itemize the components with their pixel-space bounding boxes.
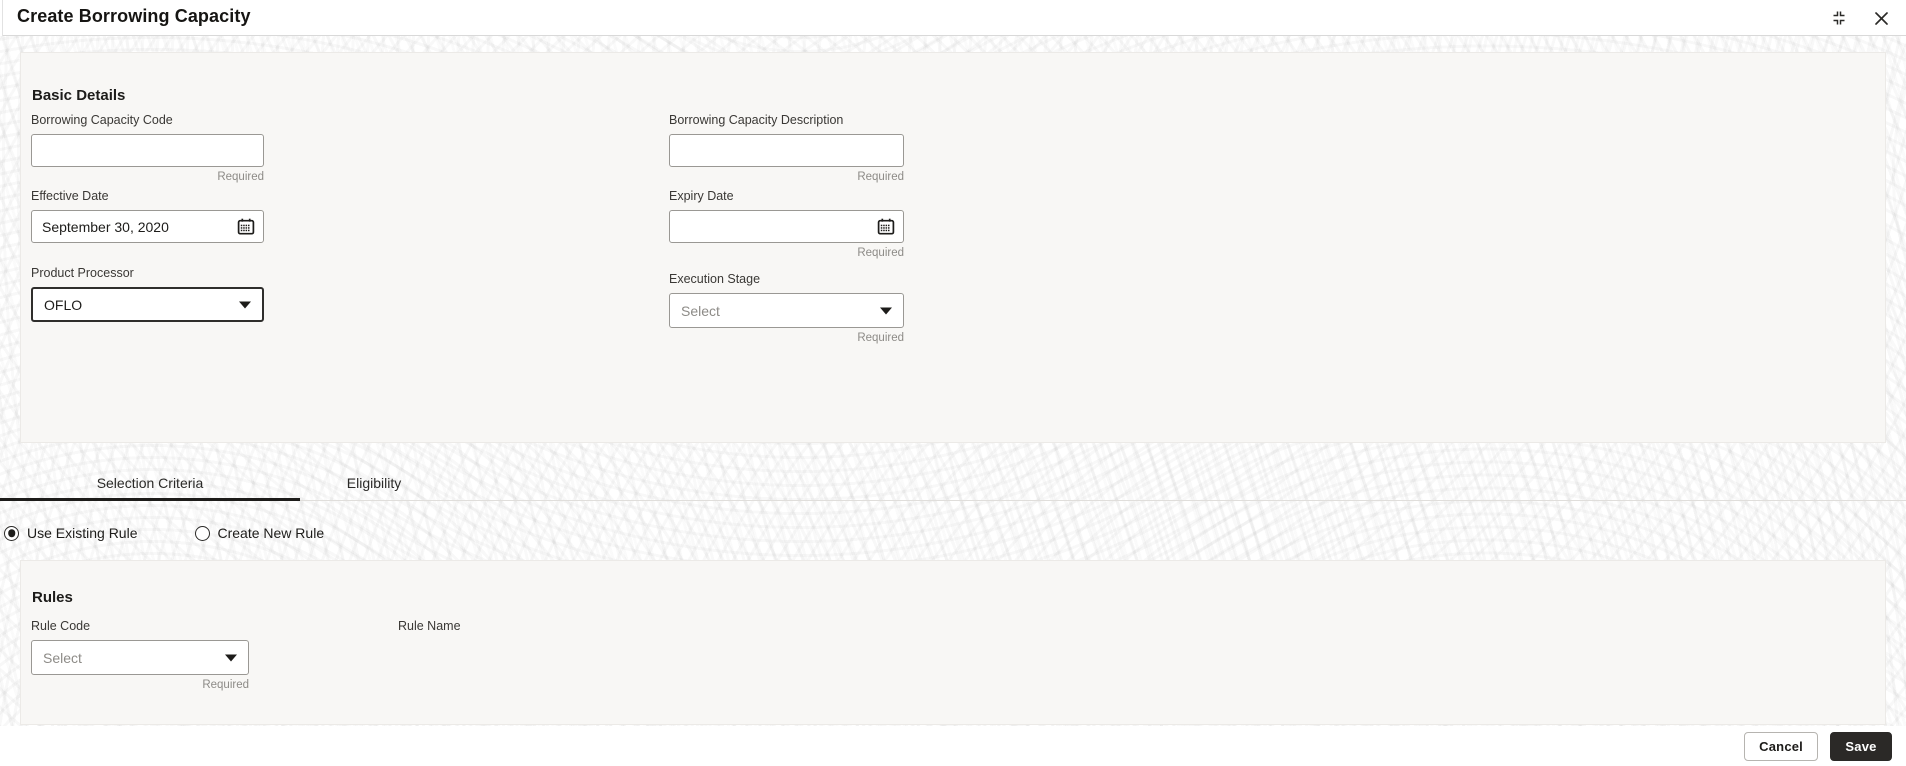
tab-eligibility-label: Eligibility	[346, 475, 402, 491]
titlebar-actions	[1828, 0, 1892, 36]
field-effective-date: Effective Date	[31, 189, 264, 246]
product-processor-select[interactable]: OFLO	[31, 287, 264, 322]
save-button[interactable]: Save	[1830, 731, 1892, 761]
rule-code-label: Rule Code	[31, 619, 91, 633]
effective-date-label: Effective Date	[31, 189, 109, 203]
cancel-button[interactable]: Cancel	[1744, 731, 1818, 761]
field-borrowing-capacity-description: Borrowing Capacity Description Required	[669, 113, 904, 184]
radio-create-new-rule-label: Create New Rule	[217, 525, 325, 541]
field-borrowing-capacity-code: Borrowing Capacity Code Required	[31, 113, 264, 184]
rule-code-hint: Required	[202, 679, 249, 691]
titlebar-left-rule	[0, 0, 3, 36]
calendar-icon[interactable]	[236, 217, 255, 236]
radio-create-new-rule[interactable]: Create New Rule	[194, 525, 325, 541]
field-execution-stage: Execution Stage Select Required	[669, 272, 904, 345]
effective-date-input[interactable]	[31, 210, 264, 243]
borrowing-capacity-description-label: Borrowing Capacity Description	[669, 113, 844, 127]
collapse-icon[interactable]	[1828, 7, 1850, 29]
rule-source-radio-group: Use Existing Rule Create New Rule	[0, 518, 324, 548]
radio-use-existing-rule-label: Use Existing Rule	[27, 525, 138, 541]
rule-code-value: Select	[43, 649, 82, 666]
product-processor-value: OFLO	[44, 296, 83, 313]
expiry-date-input[interactable]	[669, 210, 904, 243]
radio-selected-icon	[4, 525, 19, 541]
expiry-date-control	[669, 210, 904, 243]
rules-heading: Rules	[32, 589, 73, 606]
basic-details-heading: Basic Details	[32, 87, 126, 104]
calendar-icon[interactable]	[876, 217, 895, 236]
borrowing-capacity-description-input[interactable]	[669, 134, 904, 167]
chevron-down-icon	[239, 301, 251, 308]
borrowing-capacity-description-hint: Required	[857, 171, 904, 183]
execution-stage-hint: Required	[857, 332, 904, 344]
rule-code-select[interactable]: Select	[31, 640, 249, 675]
basic-details-panel: Basic Details Borrowing Capacity Code Re…	[20, 52, 1886, 443]
execution-stage-label: Execution Stage	[669, 272, 761, 286]
borrowing-capacity-code-label: Borrowing Capacity Code	[31, 113, 173, 127]
dialog-footer: Cancel Save	[0, 726, 1906, 766]
chevron-down-icon	[880, 307, 892, 314]
radio-use-existing-rule[interactable]: Use Existing Rule	[4, 525, 138, 541]
product-processor-label: Product Processor	[31, 266, 134, 280]
create-borrowing-capacity-dialog: Create Borrowing Capacity Basic Details …	[0, 0, 1906, 766]
dialog-titlebar: Create Borrowing Capacity	[0, 0, 1906, 36]
rule-name-value	[398, 639, 616, 674]
radio-unselected-icon	[194, 525, 210, 541]
expiry-date-hint: Required	[857, 247, 904, 259]
tab-eligibility[interactable]: Eligibility	[300, 466, 448, 500]
rules-panel: Rules Rule Code Select Required Rule Nam…	[20, 560, 1886, 725]
tab-active-indicator	[0, 498, 300, 501]
field-rule-code: Rule Code Select Required	[31, 619, 249, 692]
borrowing-capacity-code-input[interactable]	[31, 134, 264, 167]
field-expiry-date: Expiry Date Required	[669, 189, 904, 260]
borrowing-capacity-code-control	[31, 134, 264, 167]
borrowing-capacity-code-hint: Required	[217, 171, 264, 183]
execution-stage-value: Select	[681, 302, 720, 319]
effective-date-control	[31, 210, 264, 243]
close-icon[interactable]	[1870, 7, 1892, 29]
tab-selection-criteria[interactable]: Selection Criteria	[0, 466, 300, 500]
rule-name-label: Rule Name	[398, 619, 461, 633]
borrowing-capacity-description-control	[669, 134, 904, 167]
chevron-down-icon	[225, 654, 237, 661]
field-product-processor: Product Processor OFLO	[31, 266, 264, 325]
expiry-date-label: Expiry Date	[669, 189, 734, 203]
page-title: Create Borrowing Capacity	[17, 6, 251, 26]
tab-selection-criteria-label: Selection Criteria	[96, 475, 204, 491]
tab-bar: Selection Criteria Eligibility	[0, 466, 1906, 502]
execution-stage-select[interactable]: Select	[669, 293, 904, 328]
